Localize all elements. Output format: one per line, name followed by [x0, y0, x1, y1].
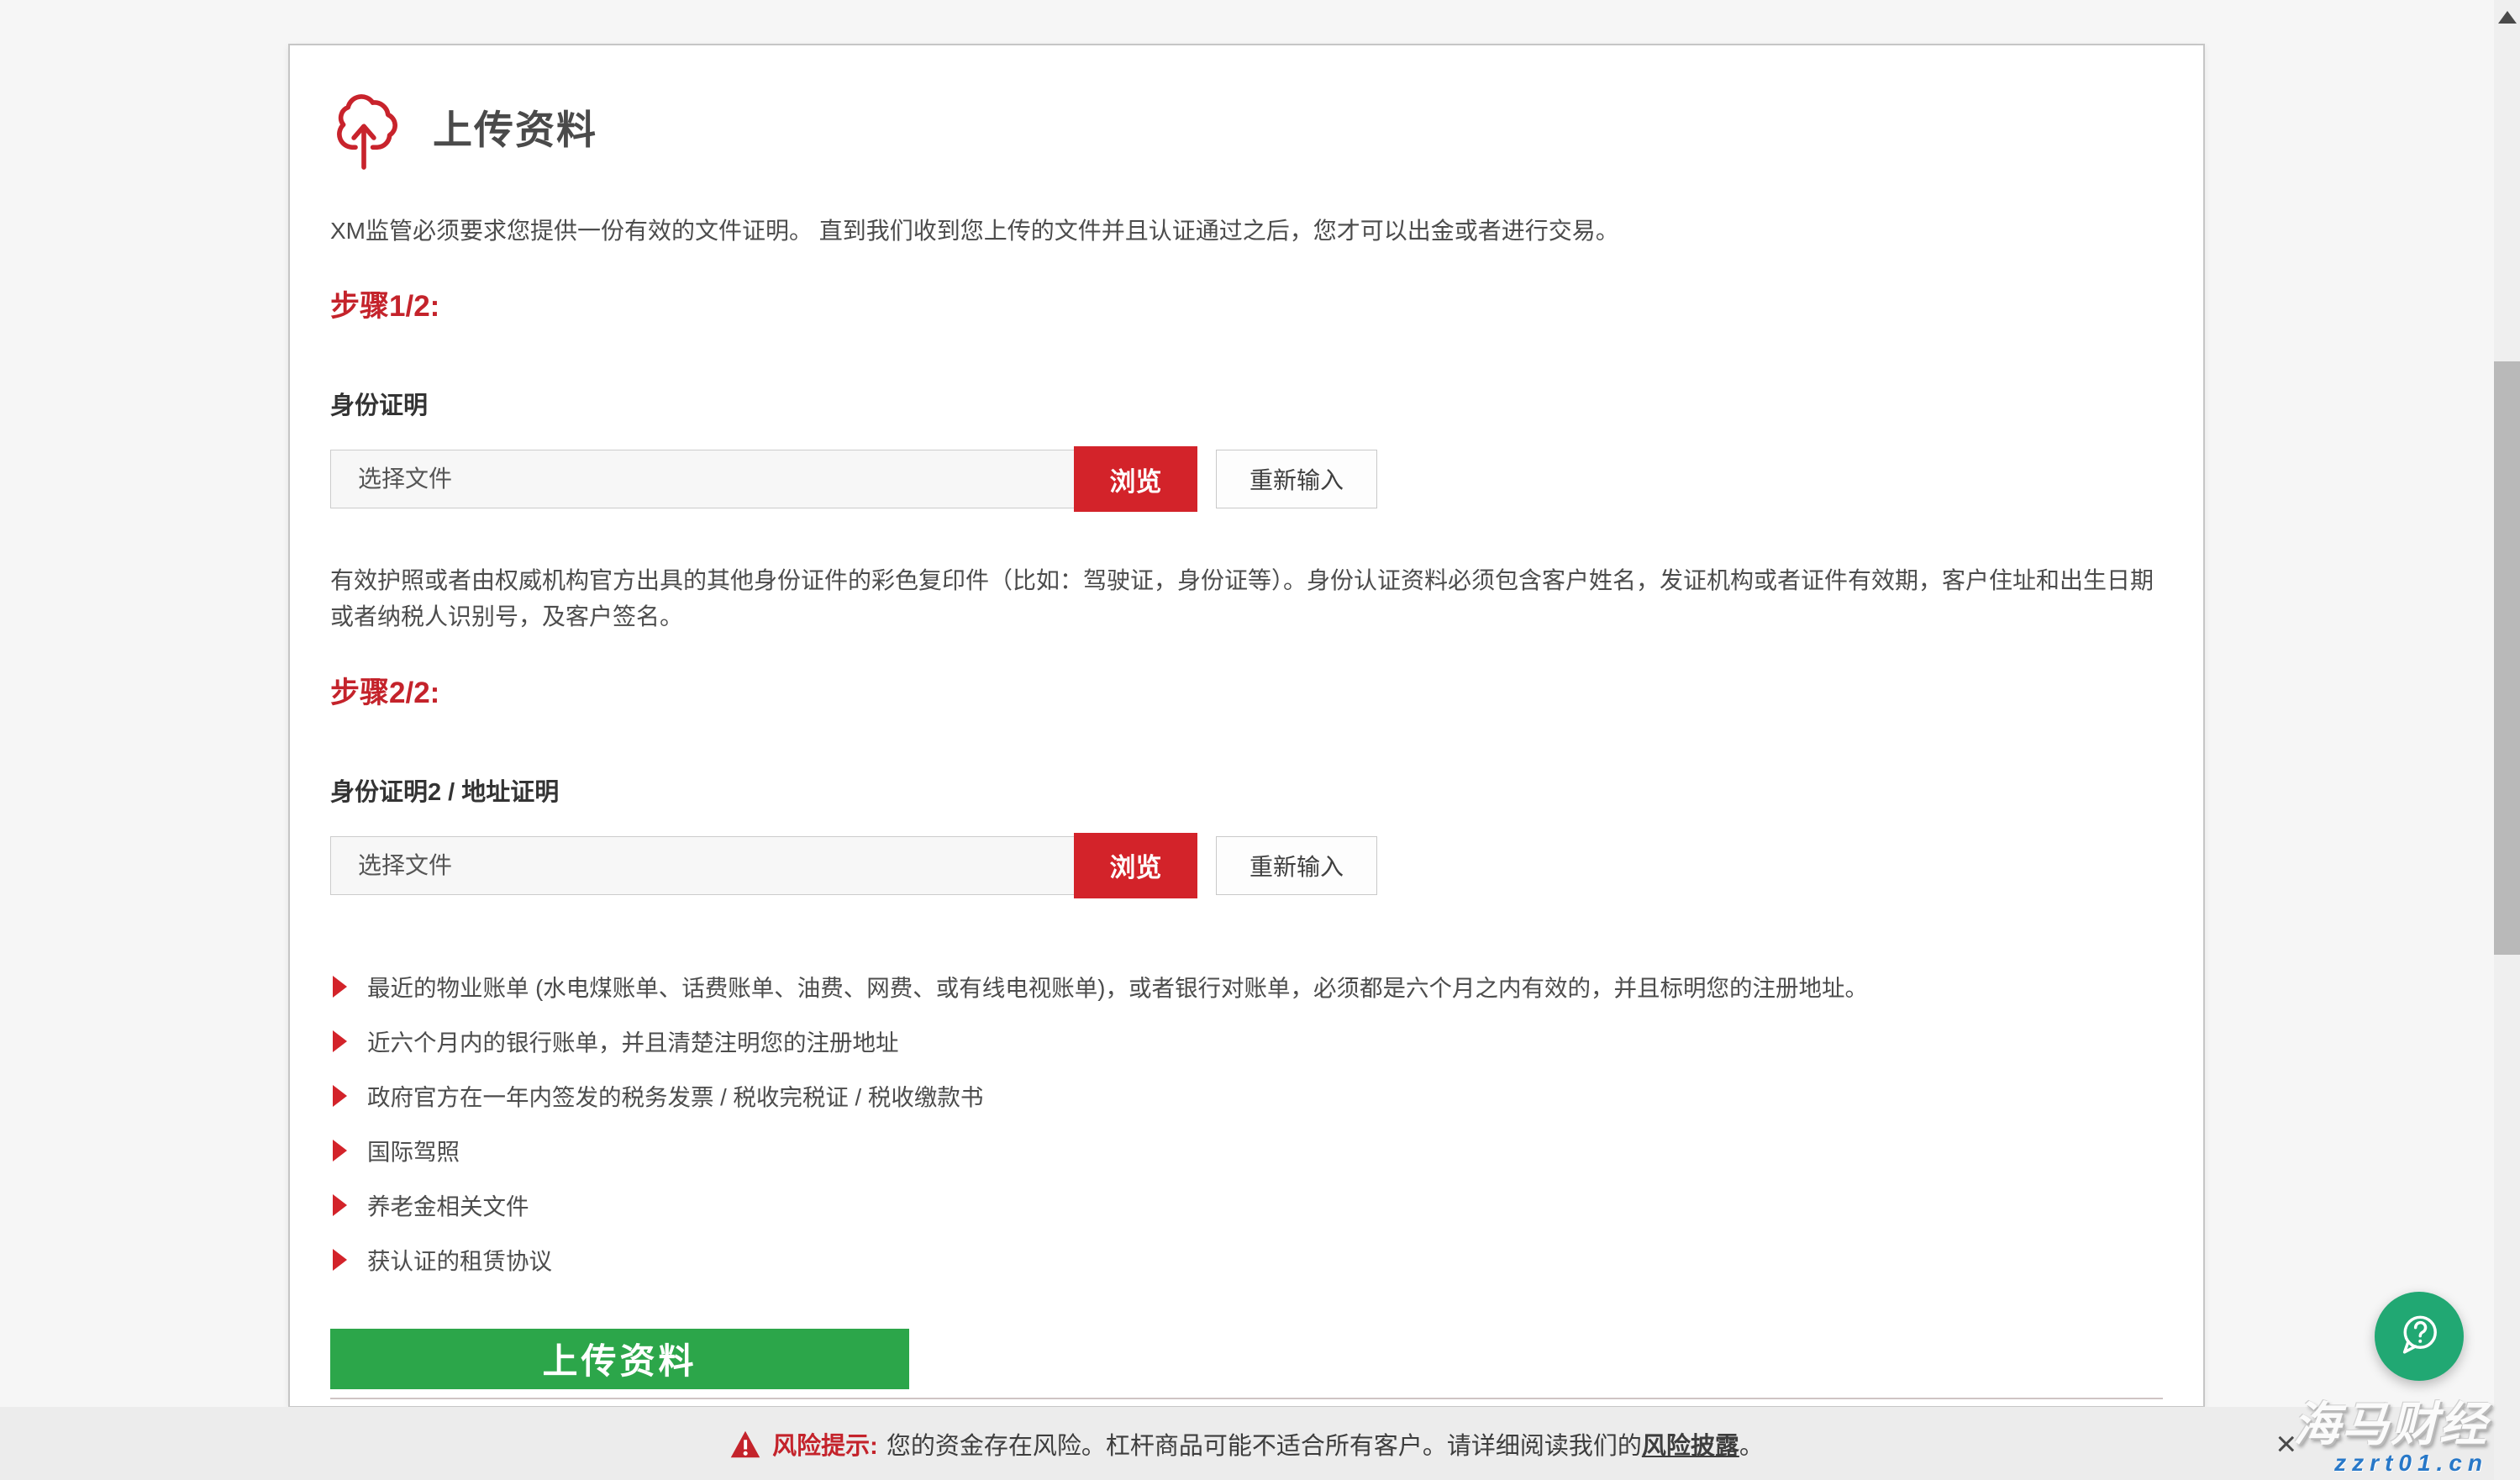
step-1-heading: 步骤1/2: — [330, 282, 2163, 325]
cloud-upload-icon — [330, 87, 397, 165]
close-icon[interactable]: × — [2275, 1426, 2296, 1462]
scrollbar-thumb[interactable] — [2494, 361, 2520, 955]
list-item: 国际驾照 — [330, 1138, 2163, 1166]
bullet-arrow-icon — [333, 1249, 347, 1271]
page-title: 上传资料 — [433, 97, 597, 155]
bullet-arrow-icon — [333, 976, 347, 998]
list-item: 政府官方在一年内签发的税务发票 / 税收完税证 / 税收缴款书 — [330, 1083, 2163, 1111]
doc1-description: 有效护照或者由权威机构官方出具的其他身份证件的彩色复印件（比如：驾驶证，身份证等… — [330, 562, 2162, 635]
risk-warning-text: 您的资金存在风险。杠杆商品可能不适合所有客户。请详细阅读我们的 — [886, 1426, 1642, 1462]
list-item-text: 获认证的租赁协议 — [367, 1247, 552, 1275]
warning-triangle-icon — [730, 1430, 760, 1457]
step-2-heading: 步骤2/2: — [330, 669, 2163, 712]
list-item-text: 最近的物业账单 (水电煤账单、话费账单、油费、网费、或有线电视账单)，或者银行对… — [367, 974, 1868, 1002]
list-item-text: 近六个月内的银行账单，并且清楚注明您的注册地址 — [367, 1029, 899, 1056]
risk-warning-text-end: 。 — [1739, 1426, 1764, 1462]
file-row-2: 浏览 重新输入 — [330, 833, 2163, 898]
scroll-up-arrow-icon[interactable] — [2498, 11, 2517, 24]
panel-header: 上传资料 — [330, 87, 2163, 165]
list-item-text: 国际驾照 — [367, 1138, 460, 1166]
reset-button-1[interactable]: 重新输入 — [1216, 450, 1377, 508]
file-row-1: 浏览 重新输入 — [330, 446, 2163, 512]
risk-warning-label: 风险提示: — [772, 1426, 878, 1462]
bullet-arrow-icon — [333, 1194, 347, 1216]
doc2-label: 身份证明2 / 地址证明 — [330, 772, 2163, 808]
upload-submit-button[interactable]: 上传资料 — [330, 1329, 909, 1389]
bullet-arrow-icon — [333, 1140, 347, 1161]
list-item: 最近的物业账单 (水电煤账单、话费账单、油费、网费、或有线电视账单)，或者银行对… — [330, 974, 2163, 1002]
file-input-2[interactable] — [330, 836, 1075, 895]
help-chat-button[interactable] — [2375, 1292, 2464, 1381]
list-item: 获认证的租赁协议 — [330, 1247, 2163, 1275]
reset-button-2[interactable]: 重新输入 — [1216, 836, 1377, 895]
chat-help-icon — [2393, 1309, 2445, 1364]
risk-disclosure-link[interactable]: 风险披露 — [1642, 1426, 1739, 1462]
upload-panel: 上传资料 XM监管必须要求您提供一份有效的文件证明。 直到我们收到您上传的文件并… — [288, 44, 2205, 1408]
browse-button-1[interactable]: 浏览 — [1074, 446, 1197, 512]
intro-text: XM监管必须要求您提供一份有效的文件证明。 直到我们收到您上传的文件并且认证通过… — [330, 213, 2163, 249]
list-item-text: 养老金相关文件 — [367, 1193, 529, 1220]
file-input-1[interactable] — [330, 450, 1075, 508]
list-item: 近六个月内的银行账单，并且清楚注明您的注册地址 — [330, 1029, 2163, 1056]
card-divider — [330, 1398, 2163, 1399]
vertical-scrollbar[interactable] — [2494, 0, 2520, 1480]
list-item: 养老金相关文件 — [330, 1193, 2163, 1220]
bullet-arrow-icon — [333, 1030, 347, 1052]
doc1-label: 身份证明 — [330, 386, 2163, 421]
bullet-arrow-icon — [333, 1085, 347, 1107]
risk-warning-bar: 风险提示: 您的资金存在风险。杠杆商品可能不适合所有客户。请详细阅读我们的 风险… — [0, 1407, 2494, 1480]
browse-button-2[interactable]: 浏览 — [1074, 833, 1197, 898]
list-item-text: 政府官方在一年内签发的税务发票 / 税收完税证 / 税收缴款书 — [367, 1083, 983, 1111]
accepted-documents-list: 最近的物业账单 (水电煤账单、话费账单、油费、网费、或有线电视账单)，或者银行对… — [330, 974, 2163, 1275]
